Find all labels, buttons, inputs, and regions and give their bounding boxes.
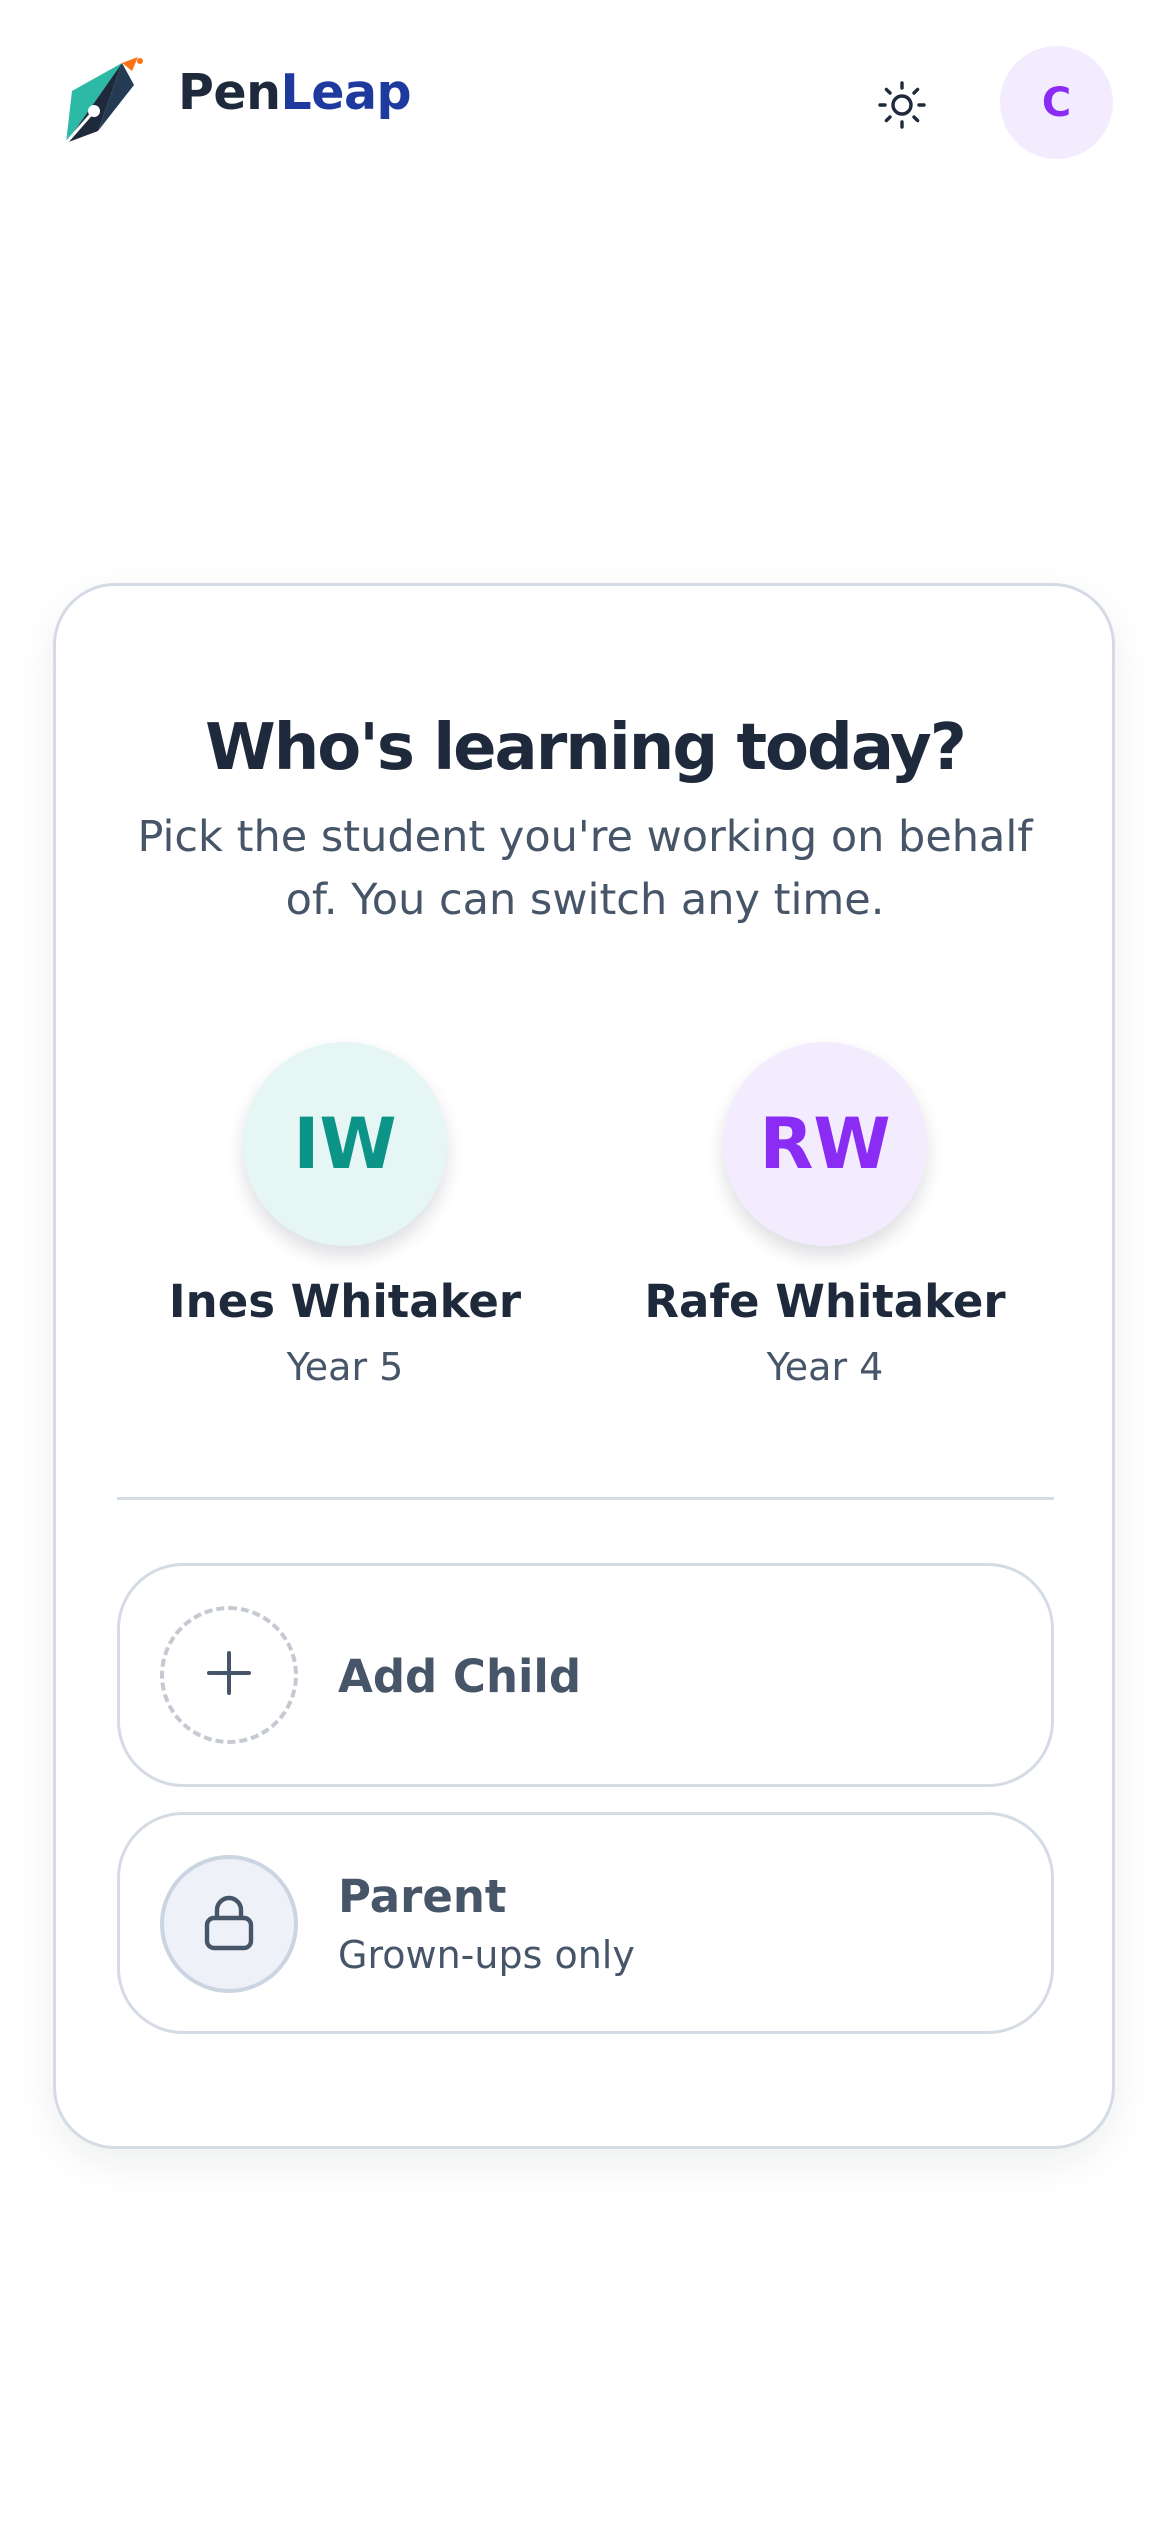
picker-title: Who's learning today?	[205, 711, 967, 785]
sun-icon	[874, 77, 930, 137]
account-avatar-button[interactable]: C	[1000, 46, 1113, 159]
student-name: Rafe Whitaker	[644, 1275, 1006, 1328]
add-child-button[interactable]: Add Child	[117, 1563, 1054, 1787]
picker-subtitle: Pick the student you're working on behal…	[137, 812, 1033, 925]
lock-icon	[201, 1892, 257, 1956]
section-divider	[117, 1497, 1054, 1500]
brand-part-pen: Pen	[178, 64, 281, 121]
parent-lock-circle	[160, 1855, 298, 1993]
app-header: PenLeap C	[0, 0, 1170, 205]
student-avatar: RW	[723, 1042, 927, 1246]
theme-toggle-button[interactable]	[862, 67, 942, 147]
brand-wordmark: PenLeap	[178, 68, 412, 117]
student-avatar: IW	[243, 1042, 447, 1246]
student-name: Ines Whitaker	[168, 1275, 522, 1328]
brand-part-leap: Leap	[280, 64, 412, 121]
add-child-label: Add Child	[338, 1650, 582, 1703]
student-grade: Year 5	[286, 1345, 404, 1389]
plus-icon	[205, 1649, 253, 1701]
parent-label: Parent	[338, 1870, 507, 1923]
parent-access-button[interactable]: Parent Grown-ups only	[117, 1812, 1054, 2034]
add-child-circle	[160, 1606, 298, 1744]
parent-sublabel: Grown-ups only	[338, 1933, 635, 1977]
pen-nib-logo-icon	[60, 55, 150, 151]
student-grade: Year 4	[766, 1345, 884, 1389]
